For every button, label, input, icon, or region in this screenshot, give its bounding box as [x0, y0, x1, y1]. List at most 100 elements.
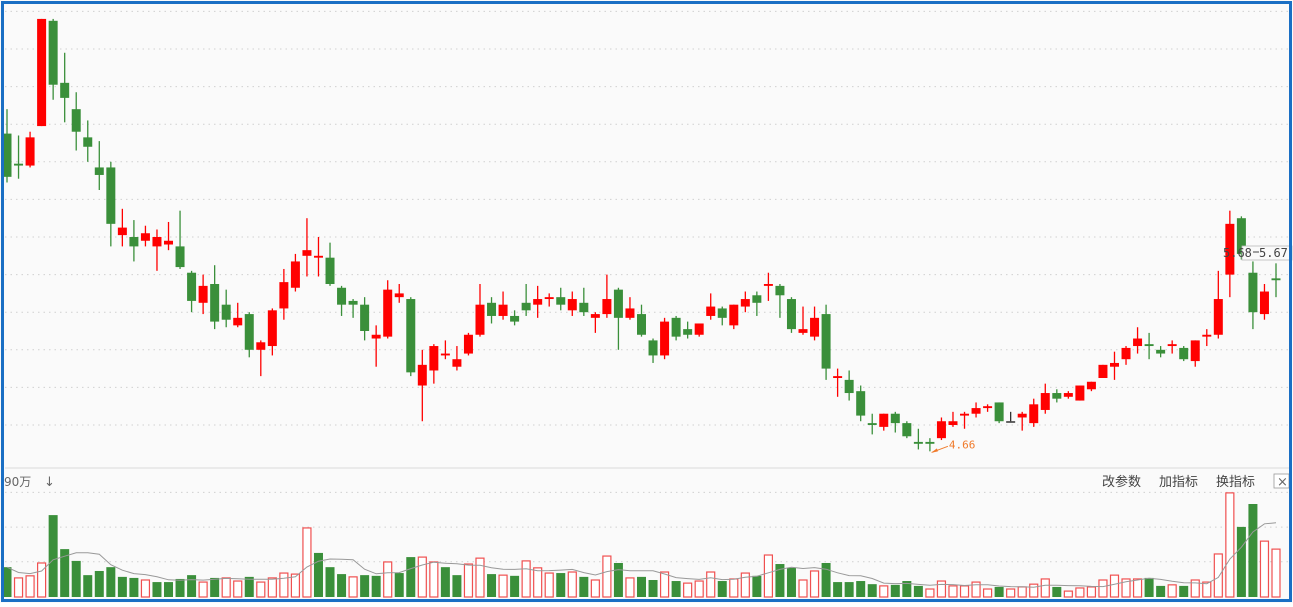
candle-body	[890, 413, 900, 424]
candle-body	[198, 285, 208, 303]
candle-body	[694, 323, 704, 335]
volume-bar	[1202, 581, 1212, 598]
volume-bar	[106, 567, 116, 597]
volume-bar	[752, 575, 762, 597]
volume-bar	[1086, 586, 1097, 598]
volume-bar	[579, 576, 589, 597]
low-price-label: 4.66	[949, 438, 976, 451]
candle-body	[71, 109, 81, 132]
candle-body	[429, 346, 439, 371]
volume-bar	[856, 581, 866, 597]
candle-body	[1098, 364, 1108, 378]
candle	[694, 323, 704, 337]
volume-bar	[948, 585, 958, 598]
candle-body	[533, 299, 543, 305]
candle-body	[752, 295, 762, 303]
candle-body	[1052, 393, 1062, 399]
candle-body	[256, 342, 266, 350]
candle-body	[267, 310, 277, 347]
volume-bar	[867, 584, 877, 597]
volume-bar	[1236, 526, 1246, 597]
volume-bar	[140, 579, 151, 598]
candle-body	[406, 299, 416, 373]
volume-bar	[164, 582, 174, 597]
add-indicator-button[interactable]: 加指标	[1159, 475, 1198, 490]
candle-body	[971, 408, 981, 414]
volume-bar	[510, 575, 520, 597]
volume-bar	[83, 575, 93, 597]
volume-bar	[210, 577, 220, 597]
close-indicator-button[interactable]: ×	[1273, 473, 1290, 490]
volume-bar	[533, 567, 543, 598]
volume-bar	[659, 571, 670, 598]
candle-body	[590, 314, 600, 318]
stock-chart-widget: 4.66 5.68 5.67 90万 ↓ 改参数 加指标 换指标 ×	[0, 0, 1293, 603]
kline-chart: 4.66 5.68 5.67 90万 ↓ 改参数 加指标 换指标 ×	[0, 0, 1293, 603]
volume-bar	[440, 567, 450, 597]
candle-body	[706, 306, 716, 316]
candle-body	[786, 299, 796, 330]
candle-body	[844, 379, 854, 394]
volume-bar	[13, 577, 24, 598]
candle-body	[556, 297, 566, 305]
volume-bar	[694, 580, 704, 598]
volume-bar	[360, 575, 370, 597]
candle-body	[1248, 272, 1258, 313]
candle-body	[1040, 393, 1050, 410]
edit-params-button[interactable]: 改参数	[1102, 474, 1141, 490]
candle-body	[856, 391, 866, 416]
candle-body	[164, 240, 174, 245]
candle-body	[1202, 334, 1212, 337]
volume-bar	[821, 562, 831, 597]
candle	[660, 317, 670, 360]
candle-body	[1121, 347, 1131, 360]
volume-bar	[371, 575, 381, 597]
candle-body	[740, 299, 750, 307]
candle	[1179, 346, 1189, 362]
candle-body	[821, 314, 831, 369]
volume-bar	[71, 560, 81, 597]
volume-bar	[256, 581, 266, 598]
candle-body	[648, 340, 658, 356]
volume-bar	[1271, 548, 1281, 598]
candle-body	[371, 334, 381, 339]
candle-body	[948, 421, 958, 425]
candle-body	[233, 317, 243, 326]
candle-body	[187, 272, 197, 301]
volume-bar	[763, 554, 774, 598]
candle-body	[775, 285, 785, 296]
candle-body	[798, 329, 808, 333]
candle-body	[117, 227, 127, 236]
volume-bar	[279, 572, 289, 598]
volume-bar	[313, 552, 323, 597]
switch-indicator-button[interactable]: 换指标	[1216, 475, 1255, 490]
candle-body	[1190, 340, 1200, 362]
volume-bar	[1259, 540, 1270, 598]
volume-bar	[590, 579, 600, 598]
volume-bar	[913, 585, 923, 597]
candle-body	[1075, 385, 1085, 401]
close-icon[interactable]: ×	[1277, 475, 1288, 490]
volume-bar	[233, 580, 243, 598]
candle-body	[48, 20, 58, 85]
candle-body	[452, 359, 462, 367]
volume-bar	[1225, 492, 1235, 598]
candle-body	[129, 237, 139, 247]
candle-body	[521, 302, 531, 311]
candle-body	[221, 304, 231, 320]
candle-body	[810, 317, 820, 337]
down-arrow-icon[interactable]: ↓	[44, 475, 55, 490]
candle-body	[833, 376, 843, 378]
volume-bar	[487, 574, 497, 597]
candle	[786, 297, 796, 333]
candle-body	[1029, 404, 1039, 424]
candle-body	[660, 321, 670, 356]
volume-bar	[637, 576, 646, 597]
candle-body	[106, 167, 116, 224]
candle-body	[1156, 349, 1166, 354]
volume-bar	[706, 571, 716, 598]
volume-bar	[117, 576, 127, 597]
candle-body	[579, 302, 589, 313]
volume-bar	[175, 578, 185, 597]
volume-bar	[187, 575, 197, 597]
